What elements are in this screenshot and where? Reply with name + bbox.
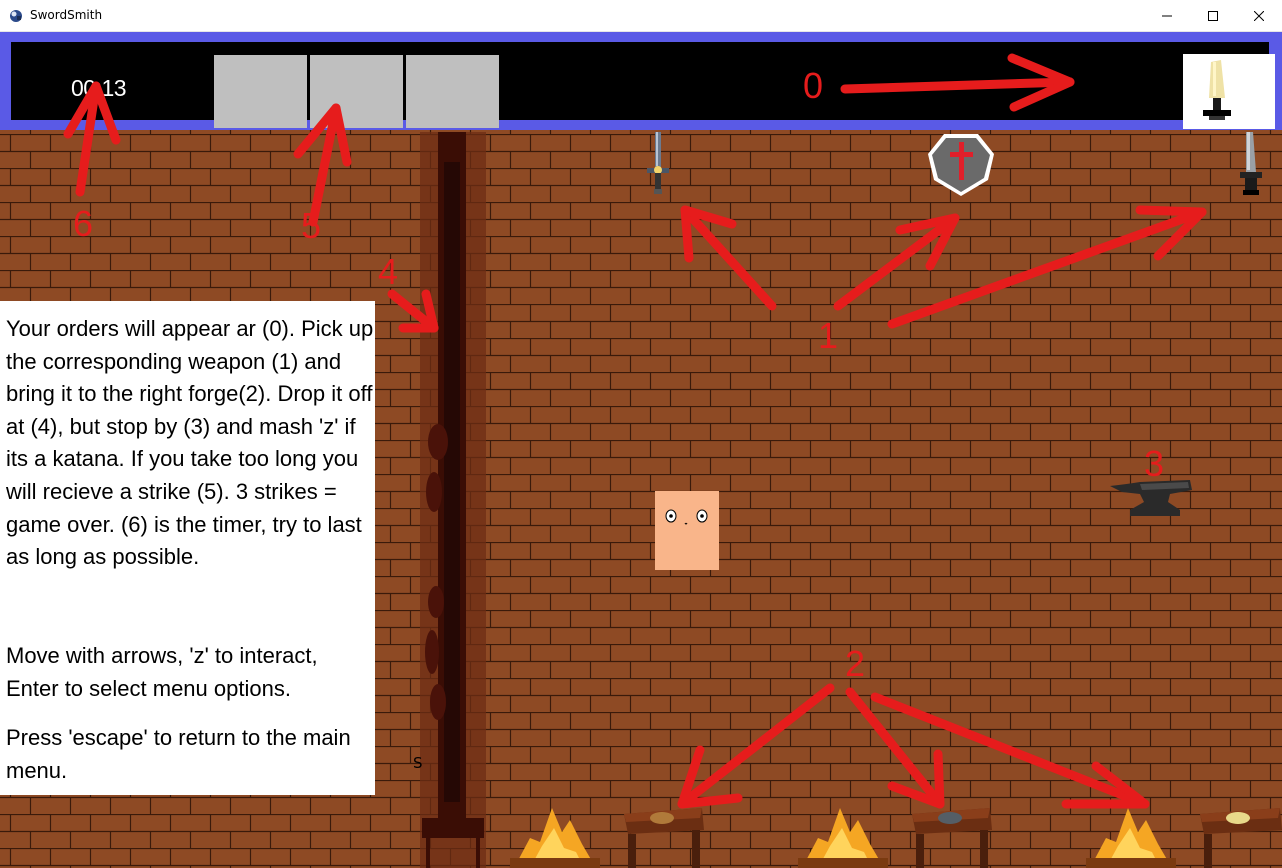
instructions-paragraph-3: Press 'escape' to return to the main men… — [6, 725, 351, 783]
dropoff-conveyor — [420, 132, 486, 868]
minimize-icon — [1162, 15, 1172, 16]
anvil-icon[interactable] — [1110, 480, 1194, 518]
annotation-4: 4 — [378, 251, 399, 292]
sword-icon[interactable] — [643, 132, 673, 196]
annotation-0: 0 — [803, 65, 824, 106]
forge-fire-icon[interactable] — [798, 798, 888, 868]
close-icon — [1254, 10, 1264, 21]
katana-icon[interactable] — [1236, 132, 1266, 198]
game-timer: 00:13 — [71, 75, 127, 101]
game-canvas[interactable]: S 00:13 Your orders will appear ar (0). … — [0, 32, 1282, 868]
close-button[interactable] — [1236, 0, 1282, 31]
annotation-6: 6 — [73, 203, 94, 244]
maximize-icon — [1208, 10, 1218, 21]
strike-slot-3 — [406, 55, 499, 128]
minimize-button[interactable] — [1144, 0, 1190, 31]
maximize-button[interactable] — [1190, 0, 1236, 31]
workbench-icon[interactable] — [1194, 804, 1282, 868]
annotation-3: 3 — [1144, 443, 1165, 484]
instructions-paragraph-1: Your orders will appear ar (0). Pick up … — [6, 316, 374, 570]
instructions-paragraph-2: Move with arrows, 'z' to interact, Enter… — [6, 643, 318, 701]
broadsword-icon — [1203, 60, 1231, 120]
window-title: SwordSmith — [30, 8, 103, 22]
instructions-panel: Your orders will appear ar (0). Pick up … — [0, 301, 375, 795]
annotation-2: 2 — [845, 643, 866, 684]
shield-icon[interactable] — [926, 132, 996, 198]
player-character[interactable] — [655, 491, 719, 570]
window-titlebar: SwordSmith — [0, 0, 1282, 32]
hud-panel: 00:13 — [11, 42, 1275, 129]
player-face — [665, 509, 708, 525]
swordsmith-app-icon — [10, 10, 22, 22]
annotation-1: 1 — [818, 315, 839, 356]
workbench-icon[interactable] — [618, 804, 708, 868]
annotation-5: 5 — [301, 205, 322, 246]
dropoff-label: S — [413, 754, 423, 772]
workbench-icon[interactable] — [906, 804, 996, 868]
order-display — [1183, 54, 1275, 129]
forge-fire-icon[interactable] — [1086, 798, 1176, 868]
forge-fire-icon[interactable] — [510, 798, 600, 868]
strike-slot-2 — [310, 55, 403, 128]
strike-slot-1 — [214, 55, 307, 128]
hud-frame: 00:13 — [0, 32, 1282, 130]
